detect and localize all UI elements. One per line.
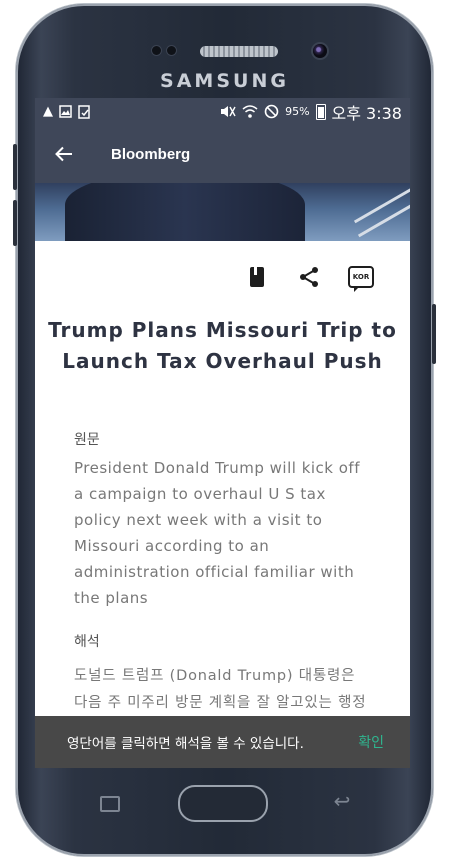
back-arrow-icon[interactable] [35,125,93,183]
front-camera [313,44,327,58]
snackbar-message: 영단어를 클릭하면 해석을 볼 수 있습니다. [67,736,304,752]
brand-logo: SAMSUNG [160,70,289,92]
share-button[interactable] [296,264,322,290]
back-key-icon[interactable]: ↩ [328,790,356,812]
recent-apps-icon[interactable] [96,790,122,812]
article-title: Trump Plans Missouri Trip to Launch Tax … [48,318,397,373]
warning-icon: ▲ [43,104,53,119]
battery-percent: 95% [285,105,310,118]
translation-label: 해석 [74,634,100,650]
snackbar: 영단어를 클릭하면 해석을 볼 수 있습니다. 확인 [35,716,410,768]
no-disturb-icon [264,104,279,119]
status-bar: ▲ 95% 오후 3:38 [35,98,410,125]
clipboard-icon [78,104,91,119]
original-label: 원문 [74,432,100,448]
app-title: Bloomberg [111,145,191,163]
original-text[interactable]: President Donald Trump will kick off a c… [74,455,374,611]
status-time: 오후 3:38 [331,103,402,123]
power-button [432,304,436,364]
speaker-grill [200,46,278,57]
bookmark-icon [250,267,264,287]
article-actions: KOR [35,241,410,313]
battery-icon [315,103,326,120]
image-icon [59,105,72,118]
wifi-icon [242,105,258,118]
bookmark-button[interactable] [244,264,270,290]
home-button[interactable] [178,785,268,822]
kor-bubble-icon: KOR [348,266,374,292]
sensor-dots [152,46,176,55]
volume-button [13,144,17,190]
share-icon [300,267,318,287]
screen: ▲ 95% 오후 3:38 Bloomberg KOR Trump Plans … [35,98,410,768]
translate-button[interactable]: KOR [348,264,374,292]
snackbar-confirm-button[interactable]: 확인 [358,732,384,752]
mute-icon [220,105,236,118]
volume-button-2 [13,200,17,246]
article-image [35,183,410,241]
app-bar: Bloomberg [35,125,410,183]
